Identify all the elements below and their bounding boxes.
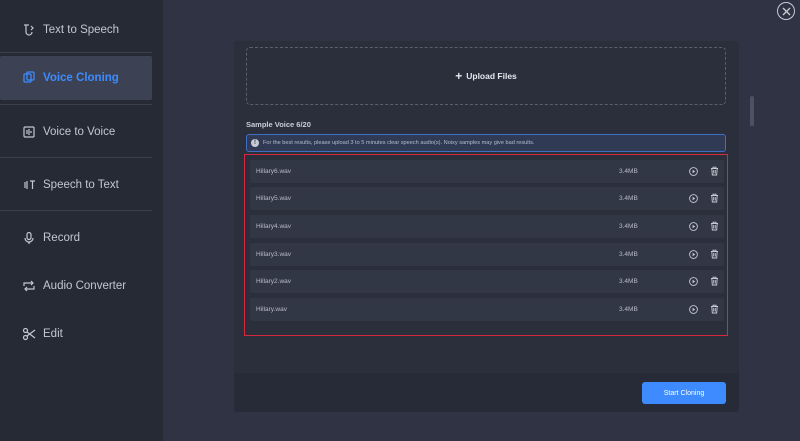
divider [0,52,152,53]
sidebar-item-label: Speech to Text [43,179,119,191]
file-size: 3.4MB [619,168,638,175]
list-item[interactable]: Hillary6.wav 3.4MB [250,160,724,183]
divider [0,157,152,158]
play-icon[interactable] [689,167,698,176]
start-cloning-button[interactable]: Start Cloning [642,382,726,404]
play-icon[interactable] [689,222,698,231]
file-size: 3.4MB [619,306,638,313]
microphone-icon [22,231,36,245]
list-item[interactable]: Hillary3.wav 3.4MB [250,243,724,266]
list-item[interactable]: Hillary5.wav 3.4MB [250,187,724,210]
file-list: Hillary6.wav 3.4MB Hillary5.wav 3.4MB Hi… [244,154,728,336]
upload-files-label: Upload Files [466,71,517,81]
trash-icon[interactable] [710,221,719,231]
voice-cloning-panel: + Upload Files Sample Voice 6/20 ! For t… [234,41,739,412]
close-icon [782,7,790,15]
play-icon[interactable] [689,250,698,259]
trash-icon[interactable] [710,276,719,286]
trash-icon[interactable] [710,304,719,314]
sidebar-item-speech-to-text[interactable]: Speech to Text [0,163,152,207]
info-icon: ! [251,139,259,147]
play-icon[interactable] [689,305,698,314]
divider [0,104,152,105]
file-name: Hillary3.wav [256,251,292,258]
sidebar-item-voice-cloning[interactable]: Voice Cloning [0,56,152,100]
sidebar-item-record[interactable]: Record [0,216,152,260]
convert-icon [22,279,36,293]
speech-to-text-icon [22,178,36,192]
close-button[interactable] [777,2,795,20]
play-icon[interactable] [689,277,698,286]
file-name: Hillary4.wav [256,223,292,230]
sidebar-item-label: Audio Converter [43,280,127,292]
sidebar-item-text-to-speech[interactable]: Text to Speech [0,8,152,52]
sample-voice-title: Sample Voice 6/20 [246,120,311,129]
sidebar-item-label: Voice Cloning [43,72,119,84]
sidebar-item-voice-to-voice[interactable]: Voice to Voice [0,110,152,154]
scrollbar[interactable] [750,96,754,126]
hint-banner: ! For the best results, please upload 3 … [246,134,726,152]
trash-icon[interactable] [710,249,719,259]
hint-text: For the best results, please upload 3 to… [263,140,535,146]
list-item[interactable]: Hillary2.wav 3.4MB [250,270,724,293]
play-icon[interactable] [689,194,698,203]
upload-files-dropzone[interactable]: + Upload Files [246,47,726,105]
file-name: Hillary2.wav [256,278,292,285]
file-size: 3.4MB [619,278,638,285]
list-item[interactable]: Hillary.wav 3.4MB [250,298,724,321]
file-name: Hillary.wav [256,306,287,313]
sidebar-item-label: Voice to Voice [43,126,116,138]
sidebar-item-label: Edit [43,328,63,340]
plus-icon: + [455,69,463,83]
file-size: 3.4MB [619,195,638,202]
trash-icon[interactable] [710,193,719,203]
sidebar-item-audio-converter[interactable]: Audio Converter [0,264,152,308]
scissors-icon [22,327,36,341]
list-item[interactable]: Hillary4.wav 3.4MB [250,215,724,238]
divider [0,210,152,211]
file-size: 3.4MB [619,223,638,230]
sidebar-item-edit[interactable]: Edit [0,312,152,356]
voice-to-voice-icon [22,125,36,139]
sidebar-item-label: Text to Speech [43,24,120,36]
sidebar: Text to Speech Voice Cloning Voice to Vo… [0,0,163,441]
panel-footer: Start Cloning [234,373,739,412]
file-name: Hillary6.wav [256,168,292,175]
trash-icon[interactable] [710,166,719,176]
voice-cloning-icon [22,71,36,85]
sidebar-item-label: Record [43,232,81,244]
file-size: 3.4MB [619,251,638,258]
file-name: Hillary5.wav [256,195,292,202]
text-to-speech-icon [22,23,36,37]
